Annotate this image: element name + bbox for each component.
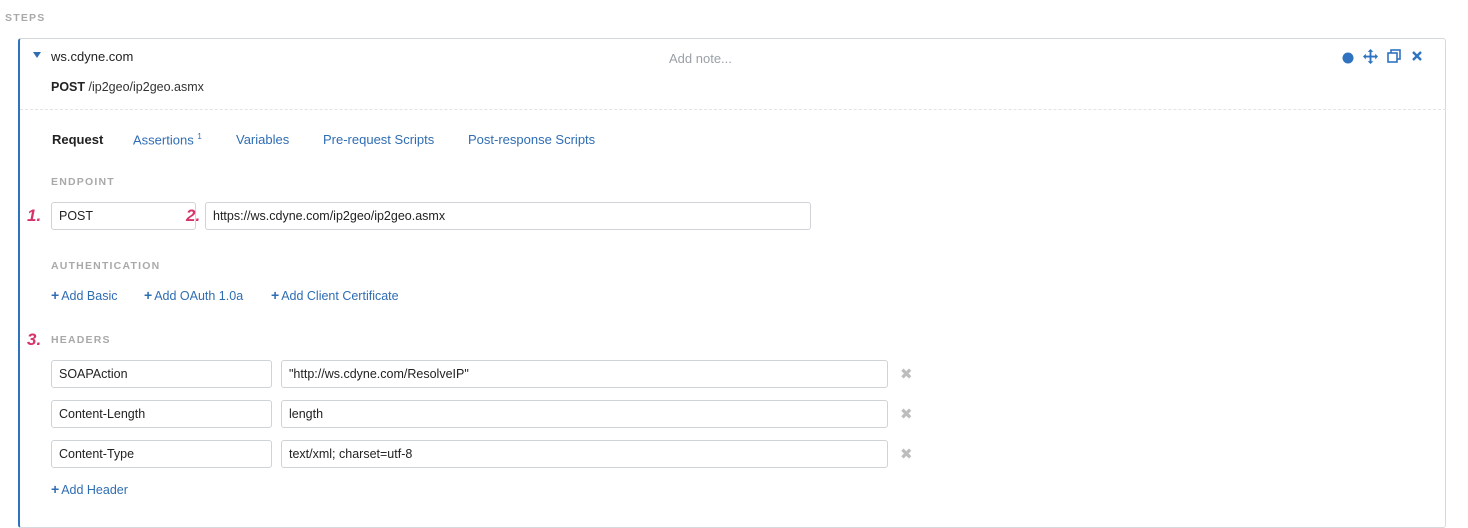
step-method: POST — [51, 80, 86, 94]
header-value-input[interactable]: text/xml; charset=utf-8 — [281, 440, 888, 468]
header-name-input[interactable]: SOAPAction — [51, 360, 272, 388]
header-name-input[interactable]: Content-Length — [51, 400, 272, 428]
marker-1: 1. — [27, 206, 42, 225]
add-oauth-link[interactable]: + Add OAuth 1.0a — [144, 287, 243, 303]
remove-x-icon[interactable]: ✖ — [900, 445, 913, 463]
url-input[interactable]: https://ws.cdyne.com/ip2geo/ip2geo.asmx — [205, 202, 811, 230]
add-basic-link[interactable]: + Add Basic — [51, 287, 117, 303]
header-value-input[interactable]: length — [281, 400, 888, 428]
add-note[interactable]: Add note... — [669, 51, 732, 66]
plus-icon: + — [51, 481, 60, 497]
remove-x-icon[interactable]: ✖ — [900, 405, 913, 423]
add-oauth-label: Add OAuth 1.0a — [154, 289, 244, 303]
step-path: /ip2geo/ip2geo.asmx — [88, 80, 204, 94]
endpoint-label: ENDPOINT — [51, 176, 115, 188]
add-client-certificate-link[interactable]: + Add Client Certificate — [271, 287, 399, 303]
tab-variables[interactable]: Variables — [236, 132, 289, 147]
header-value-input[interactable]: "http://ws.cdyne.com/ResolveIP" — [281, 360, 888, 388]
tab-assertions[interactable]: Assertions 1 — [133, 132, 202, 147]
plus-icon: + — [271, 287, 280, 303]
headers-label: HEADERS — [51, 334, 111, 346]
duplicate-icon[interactable] — [1387, 49, 1401, 66]
step-method-path: POST /ip2geo/ip2geo.asmx — [51, 80, 204, 94]
header-name-input[interactable]: Content-Type — [51, 440, 272, 468]
marker-2: 2. — [186, 206, 201, 225]
plus-icon: + — [144, 287, 153, 303]
tab-pre-request-scripts[interactable]: Pre-request Scripts — [323, 132, 434, 147]
authentication-label: AUTHENTICATION — [51, 260, 161, 272]
plus-icon: + — [51, 287, 60, 303]
tab-assertions-badge: 1 — [197, 132, 202, 141]
step-host: ws.cdyne.com — [51, 49, 134, 64]
tab-post-response-scripts[interactable]: Post-response Scripts — [468, 132, 595, 147]
add-basic-label: Add Basic — [61, 289, 118, 303]
add-header-link[interactable]: + Add Header — [51, 481, 128, 497]
marker-3: 3. — [27, 330, 42, 349]
caret-down-icon[interactable] — [33, 52, 41, 58]
move-arrows-icon[interactable] — [1363, 49, 1378, 67]
remove-x-icon[interactable]: ✖ — [900, 365, 913, 383]
header-divider — [20, 109, 1446, 110]
add-client-certificate-label: Add Client Certificate — [281, 289, 399, 303]
tab-assertions-label: Assertions — [133, 132, 194, 148]
add-header-label: Add Header — [61, 483, 128, 497]
circle-dot-icon[interactable] — [1342, 51, 1354, 67]
method-select[interactable]: POST — [51, 202, 196, 230]
tab-request[interactable]: Request — [52, 132, 103, 147]
steps-label: STEPS — [5, 12, 46, 24]
close-icon[interactable] — [1411, 49, 1423, 66]
